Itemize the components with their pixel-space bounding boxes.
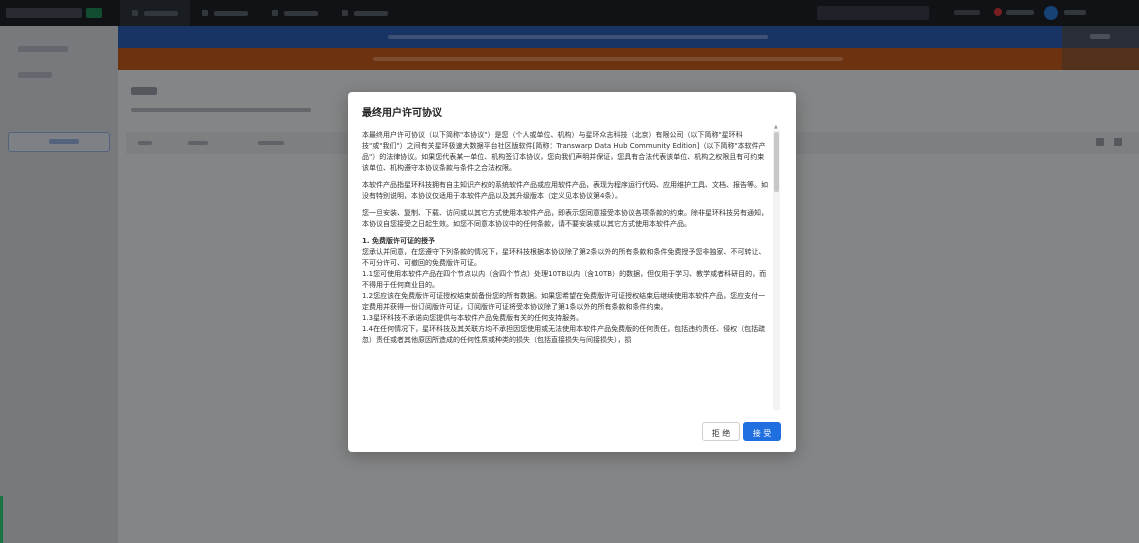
section-line: 1.2您应该在免费版许可证授权结束前备份您的所有数据。如果您希望在免费版许可证授… <box>362 292 766 311</box>
section-line: 1.4在任何情况下，星环科技及其关联方均不承担因您使用或无法使用本软件产品免费版… <box>362 325 766 344</box>
scroll-up-icon[interactable]: ▲ <box>774 124 778 130</box>
section-line: 1.1您可使用本软件产品在四个节点以内（含四个节点）处理10TB以内（含10TB… <box>362 270 767 289</box>
agreement-text[interactable]: 本最终用户许可协议（以下简称"本协议"）是您（个人或单位、机构）与星环众志科技（… <box>362 130 770 410</box>
accept-button[interactable]: 接 受 <box>743 422 781 441</box>
scroll-thumb[interactable] <box>774 132 779 192</box>
section-title: 1. 免费版许可证的授予 <box>362 237 435 245</box>
agreement-paragraph: 本软件产品指星环科技拥有自主知识产权的系统软件产品或应用软件产品，表现为程序运行… <box>362 181 768 200</box>
section-line: 1.3星环科技不承诺向您提供与本软件产品免费版有关的任何支持服务。 <box>362 314 584 322</box>
dialog-title: 最终用户许可协议 <box>362 108 442 119</box>
agreement-scrollbar[interactable]: ▲ <box>773 124 780 410</box>
reject-button[interactable]: 拒 绝 <box>702 422 740 441</box>
license-agreement-dialog: 最终用户许可协议 本最终用户许可协议（以下简称"本协议"）是您（个人或单位、机构… <box>348 92 796 452</box>
agreement-paragraph: 您一旦安装、复制、下载、访问或以其它方式使用本软件产品，即表示您同意接受本协议各… <box>362 209 768 228</box>
section-line: 您承认并同意，在您遵守下列条款的情况下，星环科技根据本协议除了第2条以外的所有条… <box>362 248 766 267</box>
agreement-paragraph: 本最终用户许可协议（以下简称"本协议"）是您（个人或单位、机构）与星环众志科技（… <box>362 131 766 172</box>
